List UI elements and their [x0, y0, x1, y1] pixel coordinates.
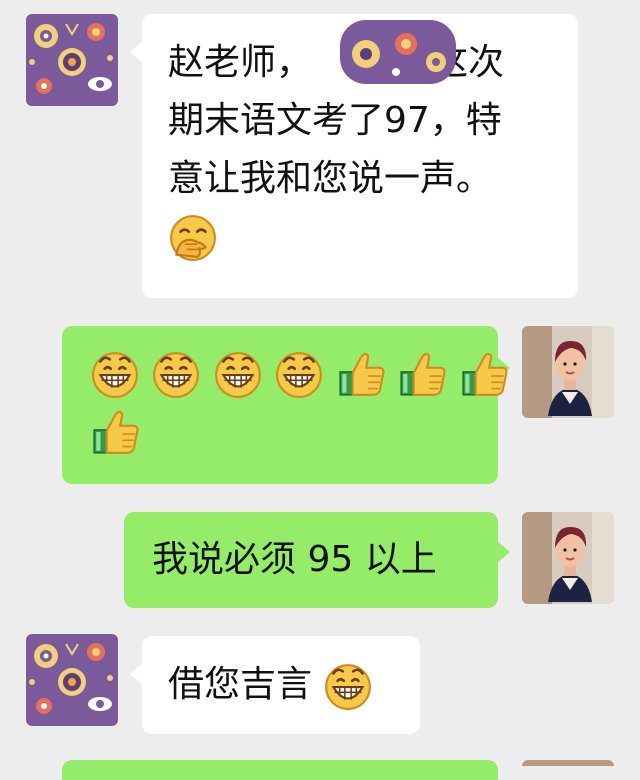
hand-over-mouth-emoji — [168, 213, 218, 263]
grinning-emoji — [213, 349, 263, 399]
message-bubble-outgoing-partial[interactable] — [62, 760, 498, 780]
message-line — [168, 208, 552, 266]
bubble-tail — [498, 542, 510, 562]
bubble-tail — [130, 42, 142, 62]
parent-avatar[interactable] — [26, 14, 118, 106]
teacher-avatar-image — [522, 326, 614, 418]
message-text: 借您吉言 — [168, 664, 313, 705]
message-bubble-outgoing[interactable]: 我说必须 95 以上 — [124, 512, 498, 608]
emoji-row — [90, 344, 470, 402]
thumbs-up-emoji — [397, 349, 447, 399]
teacher-avatar-image — [522, 512, 614, 604]
privacy-sticker — [340, 20, 456, 84]
teacher-avatar[interactable] — [522, 512, 614, 604]
parent-avatar[interactable] — [26, 634, 118, 726]
message-line: 意让我和您说一声。 — [168, 158, 493, 199]
thumbs-up-emoji — [459, 349, 509, 399]
emoji-row — [90, 402, 470, 460]
message-text: 我说必须 95 以上 — [152, 539, 437, 580]
message-bubble-outgoing[interactable] — [62, 326, 498, 484]
grinning-emoji — [151, 349, 201, 399]
bubble-tail — [130, 664, 142, 684]
grinning-emoji — [323, 661, 373, 711]
parent-avatar-image — [26, 634, 118, 726]
message-line: 期末语文考了97，特 — [168, 100, 502, 141]
thumbs-up-emoji — [336, 349, 386, 399]
message-bubble-incoming[interactable]: 借您吉言 — [142, 636, 420, 734]
grinning-emoji — [90, 349, 140, 399]
message-line: 借您吉言 — [168, 656, 394, 714]
thumbs-up-emoji — [90, 407, 140, 457]
grinning-emoji — [274, 349, 324, 399]
message-text: 赵老师， — [168, 42, 313, 83]
teacher-avatar[interactable] — [522, 326, 614, 418]
parent-avatar-image — [26, 14, 118, 106]
teacher-avatar-partial — [522, 760, 614, 766]
